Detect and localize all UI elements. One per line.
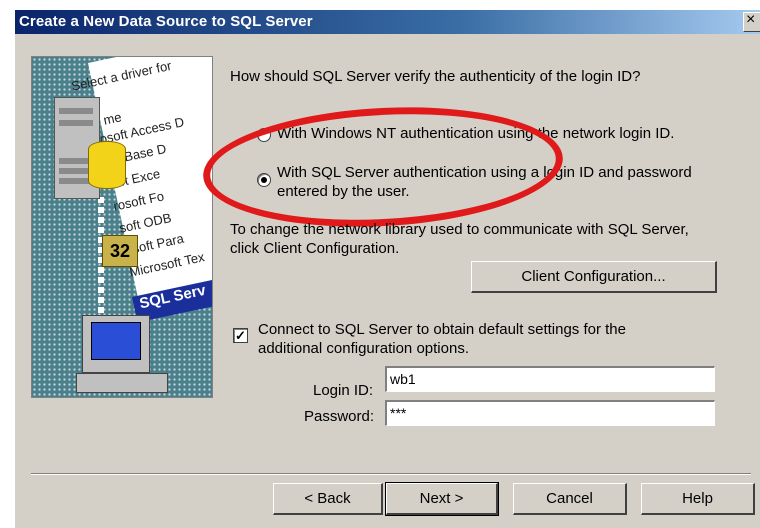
computer-icon: [82, 315, 150, 373]
odbc-32-icon: 32: [102, 235, 138, 267]
password-input[interactable]: ***: [385, 400, 715, 426]
separator-line: [31, 473, 751, 475]
wizard-illustration: Select a driver for me rosoft Access D o…: [31, 56, 213, 398]
auth-question: How should SQL Server verify the authent…: [230, 68, 641, 85]
cancel-button[interactable]: Cancel: [513, 483, 627, 515]
client-configuration-button[interactable]: Client Configuration...: [471, 261, 717, 293]
network-library-text-continued: click Client Configuration.: [230, 240, 400, 257]
dialog-window: Create a New Data Source to SQL Server ×…: [14, 10, 760, 528]
connect-checkbox-label-continued[interactable]: additional configuration options.: [258, 340, 469, 357]
password-label: Password:: [304, 408, 375, 425]
title-bar: Create a New Data Source to SQL Server ×: [15, 10, 760, 34]
computer-base-icon: [76, 373, 168, 393]
next-button[interactable]: Next >: [385, 482, 499, 516]
help-button[interactable]: Help: [641, 483, 755, 515]
highlight-ellipse: [200, 98, 566, 236]
network-library-text: To change the network library used to co…: [230, 221, 689, 238]
close-icon: ×: [746, 11, 756, 28]
login-id-label: Login ID:: [313, 382, 374, 399]
window-title: Create a New Data Source to SQL Server: [19, 13, 313, 30]
database-icon: [88, 141, 126, 189]
connect-checkbox-label[interactable]: Connect to SQL Server to obtain default …: [258, 321, 626, 338]
login-id-input[interactable]: wb1: [385, 366, 715, 392]
connect-checkbox[interactable]: ✓: [233, 328, 248, 343]
back-button[interactable]: < Back: [273, 483, 383, 515]
close-button[interactable]: ×: [743, 11, 760, 32]
